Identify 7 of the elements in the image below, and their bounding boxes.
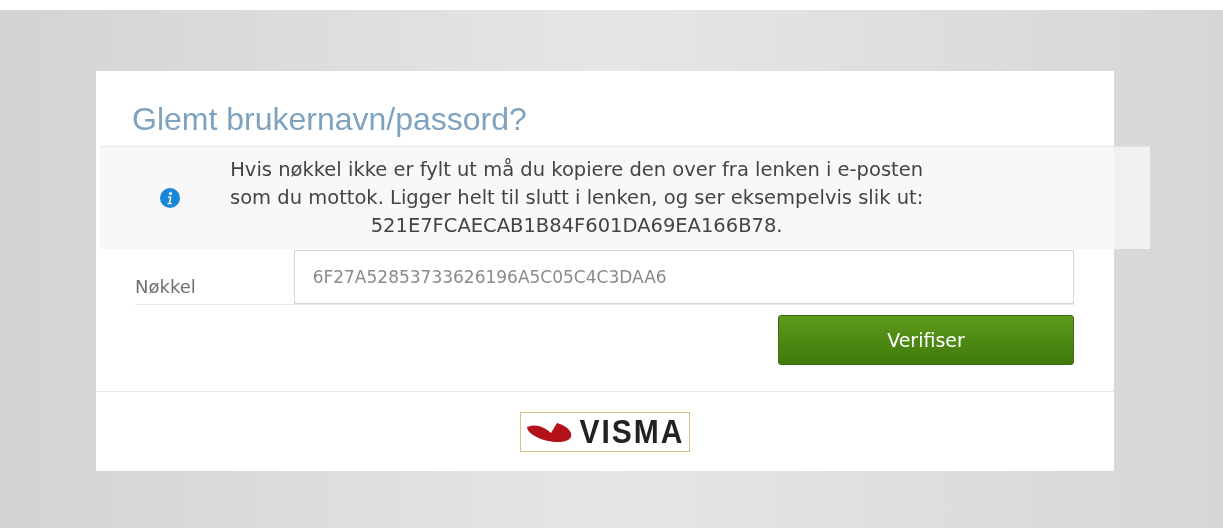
tooltip-text: Hvis nøkkel ikke er fylt ut må du kopiere den over fra lenken i e-posten som du mottok. Ligger helt til slutt i lenken, og ser eksempelvis slik ut: 521E7FCAECAB1B84F601DA69EA166B78. <box>230 157 924 239</box>
page-title: Glemt brukernavn/passord? <box>132 100 528 139</box>
field-label: Nøkkel <box>135 274 197 299</box>
verify-button[interactable]: Verifiser <box>778 315 1074 365</box>
key-input-field[interactable]: 6F27A52853733626196A5C05C4C3DAA6 <box>293 250 1074 304</box>
info-icon <box>160 188 180 208</box>
logo: VISMA <box>520 411 690 452</box>
